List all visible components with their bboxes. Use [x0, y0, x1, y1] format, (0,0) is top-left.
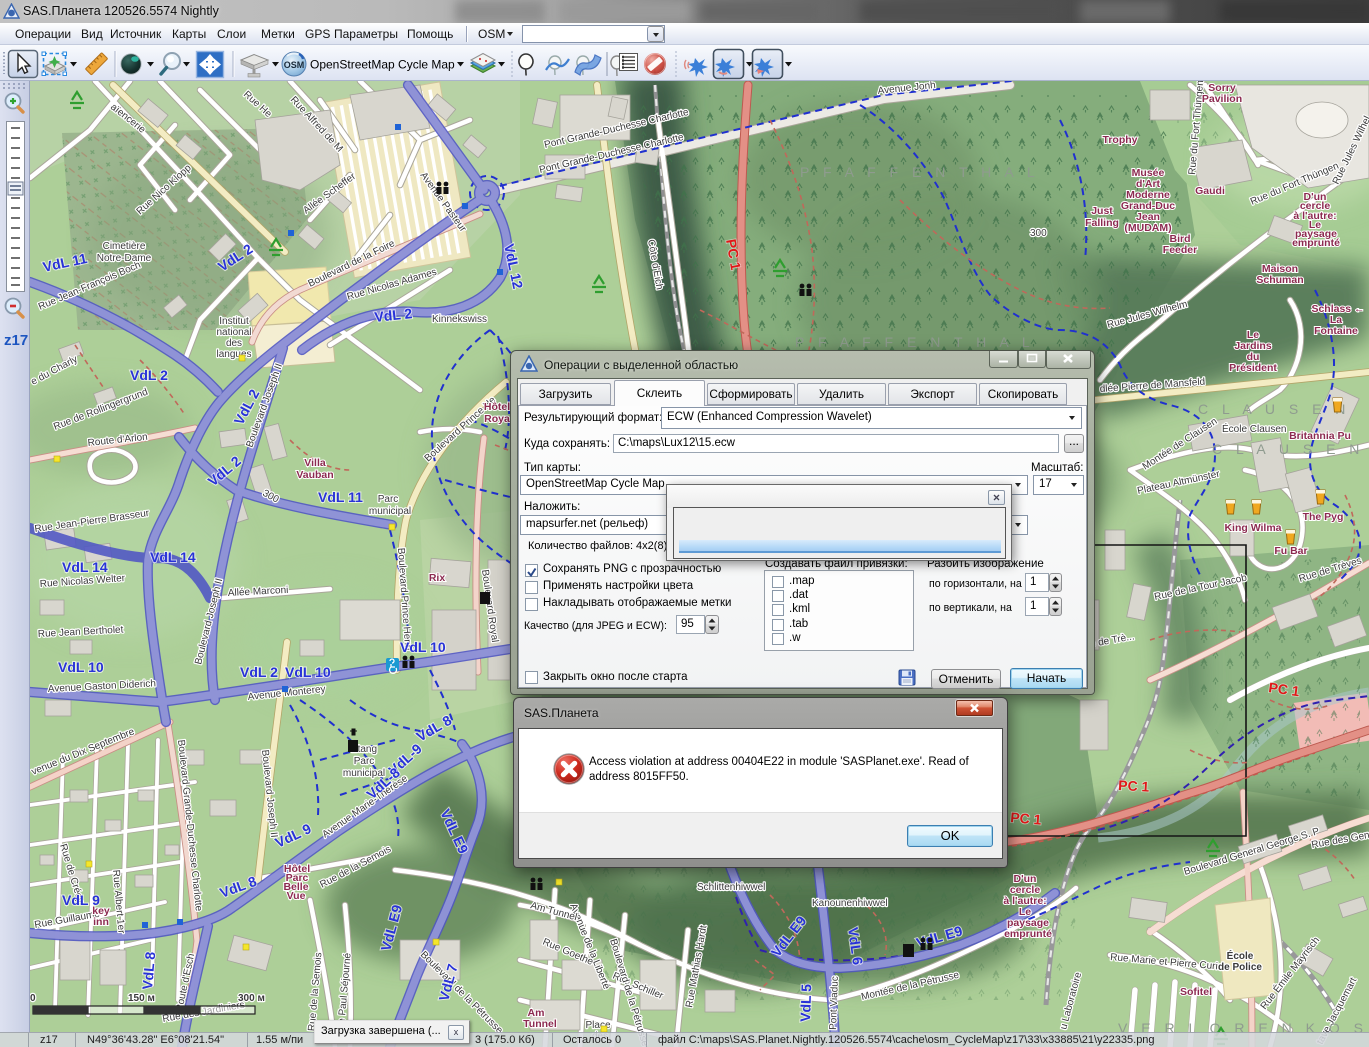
svg-text:Parc: Parc	[378, 494, 399, 505]
svg-text:Président: Président	[1229, 362, 1277, 374]
svg-text:Kinnekswiss: Kinnekswiss	[432, 314, 487, 325]
svg-text:national: national	[216, 327, 251, 338]
svg-text:Pavilion: Pavilion	[1202, 93, 1242, 105]
svg-text:emprunté: emprunté	[1004, 928, 1052, 940]
svg-text:VdL 2: VdL 2	[240, 664, 278, 680]
svg-text:OSM: OSM	[284, 60, 305, 70]
svg-text:150 м: 150 м	[128, 993, 155, 1004]
svg-text:(MUDAM): (MUDAM)	[1124, 222, 1171, 234]
svg-text:C L A U S E N: C L A U S E N	[1198, 401, 1350, 417]
svg-text:VdL 5: VdL 5	[797, 983, 814, 1022]
svg-text:Villa: Villa	[304, 457, 326, 469]
svg-text:Roya: Roya	[484, 413, 510, 425]
svg-text:École Clausen: École Clausen	[1222, 422, 1286, 435]
svg-text:VdL 10: VdL 10	[285, 664, 331, 680]
svg-text:Notre-Dame: Notre-Dame	[97, 253, 152, 264]
svg-text:Tunnel: Tunnel	[523, 1018, 557, 1030]
svg-text:Parc: Parc	[354, 756, 375, 767]
svg-text:Trophy: Trophy	[1102, 134, 1137, 146]
svg-text:VdL 2: VdL 2	[130, 367, 168, 383]
svg-text:de Police: de Police	[1218, 962, 1262, 973]
svg-text:PC 1: PC 1	[1010, 809, 1043, 828]
svg-text:300 м: 300 м	[238, 993, 265, 1004]
svg-text:Institut: Institut	[219, 316, 249, 327]
svg-text:Kanounenhiwwel: Kanounenhiwwel	[812, 898, 888, 909]
svg-text:Schlittenhiwwel: Schlittenhiwwel	[697, 882, 765, 893]
svg-text:Gaudi: Gaudi	[1195, 185, 1225, 197]
svg-text:P F A F F E N T H A L: P F A F F E N T H A L	[795, 334, 1035, 350]
svg-text:VdL 14: VdL 14	[150, 549, 196, 565]
svg-text:VdL 11: VdL 11	[318, 489, 363, 505]
svg-text:Hôtel: Hôtel	[484, 401, 510, 413]
svg-text:VdL 10: VdL 10	[58, 659, 104, 675]
svg-text:École: École	[1227, 949, 1254, 962]
svg-text:Sofitel: Sofitel	[1180, 986, 1212, 998]
svg-text:emprunté: emprunté	[1292, 237, 1340, 249]
svg-text:municipal: municipal	[369, 506, 411, 517]
svg-text:Cimetière: Cimetière	[103, 241, 146, 252]
svg-text:Just: Just	[1091, 205, 1113, 217]
svg-text:Pont Viaduc: Pont Viaduc	[828, 976, 841, 1030]
svg-text:0: 0	[30, 993, 36, 1004]
svg-text:Fontaine: Fontaine	[1314, 325, 1358, 337]
svg-text:Rix: Rix	[429, 572, 446, 584]
svg-text:langues: langues	[216, 349, 251, 360]
svg-text:300: 300	[1030, 228, 1047, 239]
svg-text:Falling: Falling	[1085, 217, 1119, 229]
svg-text:Britannia Pu: Britannia Pu	[1289, 430, 1351, 442]
svg-text:VdL 8: VdL 8	[139, 951, 158, 990]
svg-text:P F A F F E N T H A L: P F A F F E N T H A L	[800, 164, 1040, 180]
svg-text:des: des	[226, 338, 242, 349]
svg-text:Feeder: Feeder	[1163, 244, 1197, 256]
svg-text:Fu Bar: Fu Bar	[1274, 545, 1307, 557]
svg-text:Schuman: Schuman	[1256, 274, 1303, 286]
svg-text:C L A U S E N: C L A U S E N	[1212, 441, 1364, 457]
svg-text:PC 1: PC 1	[1118, 777, 1150, 795]
svg-text:z17: z17	[4, 332, 28, 349]
svg-text:Vue: Vue	[287, 890, 306, 902]
svg-text:VdL 14: VdL 14	[62, 559, 108, 575]
svg-text:inn: inn	[93, 916, 109, 928]
svg-text:King Wilma: King Wilma	[1224, 522, 1281, 534]
svg-text:Vauban: Vauban	[296, 469, 333, 481]
svg-text:The Pyg: The Pyg	[1303, 511, 1344, 523]
svg-text:OpenStreetMap Cycle Map: OpenStreetMap Cycle Map	[310, 58, 455, 72]
svg-text:VdL 10: VdL 10	[400, 639, 446, 655]
